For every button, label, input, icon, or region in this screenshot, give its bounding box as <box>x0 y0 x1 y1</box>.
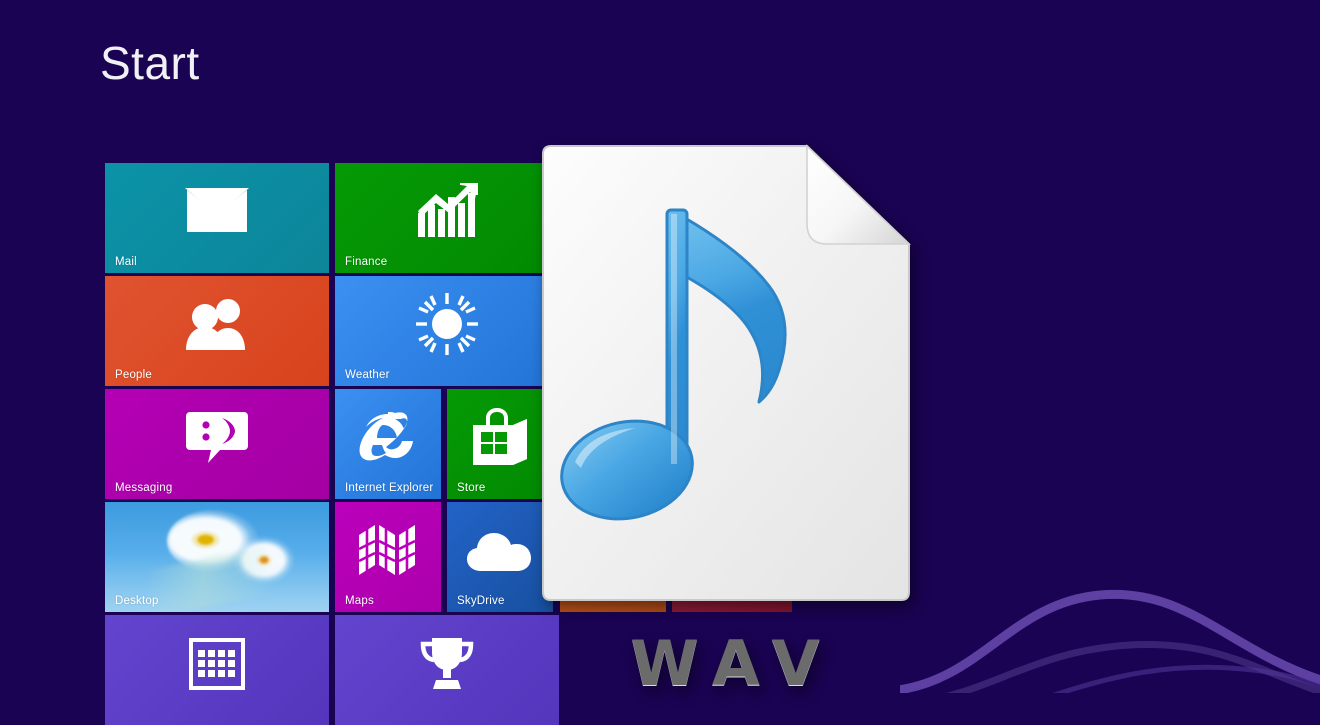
tile-calendar[interactable] <box>105 615 329 725</box>
tile-label: Messaging <box>115 482 173 494</box>
tile-label: Finance <box>345 256 388 268</box>
tile-label: Internet Explorer <box>345 482 434 494</box>
tile-desktop[interactable]: Desktop <box>105 502 329 612</box>
tile-finance[interactable]: Finance <box>335 163 559 273</box>
tile-internet-explorer[interactable]: Internet Explorer <box>335 389 441 499</box>
tile-label: People <box>115 369 153 381</box>
tile-mail[interactable]: Mail <box>105 163 329 273</box>
tile-label: Store <box>457 482 486 494</box>
tile-messaging[interactable]: Messaging <box>105 389 329 499</box>
tile-maps[interactable]: Maps <box>335 502 441 612</box>
tile-label: Desktop <box>115 595 159 607</box>
trophy-icon <box>335 615 559 725</box>
file-extension-label: WAV <box>630 627 836 700</box>
background-swirl <box>900 589 1320 693</box>
tile-weather[interactable]: Weather <box>335 276 559 386</box>
envelope-icon <box>105 163 329 273</box>
tile-games[interactable] <box>335 615 559 725</box>
calendar-icon <box>105 615 329 725</box>
tile-label: Mail <box>115 256 137 268</box>
page-title: Start <box>100 37 200 89</box>
tile-label: SkyDrive <box>457 595 505 607</box>
tile-label: Maps <box>345 595 374 607</box>
wav-file-icon[interactable]: WAV <box>535 140 915 700</box>
tile-people[interactable]: People <box>105 276 329 386</box>
tile-label: Weather <box>345 369 390 381</box>
